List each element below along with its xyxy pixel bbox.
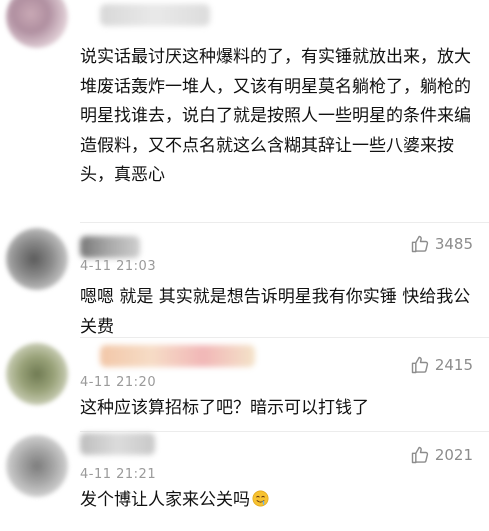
like-button[interactable]: 3485 [410,234,473,254]
comment-time: 4-11 21:20 [80,375,157,390]
drooling-face-emoji-icon [252,488,269,507]
comment-time: 4-11 21:03 [80,259,157,274]
comment-text: 发个博让人家来公关吗 [80,486,474,516]
comment-item: 4-11 21:20 2415 这种应该算招标了吧？暗示可以打钱了 [0,337,489,430]
like-button[interactable]: 2021 [410,445,473,465]
comment-text: 这种应该算招标了吧？暗示可以打钱了 [80,398,369,418]
username-redacted[interactable] [100,345,255,367]
comment-item: 4-11 21:03 3485 嗯嗯 就是 其实就是想告诉明星我有你实锤 快给我… [0,222,489,337]
like-count: 2415 [434,356,473,374]
like-count: 3485 [434,235,473,253]
comment-text: 说实话最讨厌这种爆料的了，有实锤就放出来，放大堆废话轰炸一堆人，又该有明星莫名躺… [80,47,471,185]
avatar[interactable] [6,435,68,497]
comment-text: 嗯嗯 就是 其实就是想告诉明星我有你实锤 快给我公关费 [80,287,471,337]
thumbs-up-icon [410,234,430,254]
avatar[interactable] [6,0,68,48]
comment-time: 4-11 21:21 [80,467,157,482]
avatar[interactable] [6,228,68,290]
like-count: 2021 [434,446,473,464]
comment-item: 4-11 21:21 2021 发个博让人家来公关吗 [0,431,489,531]
username-redacted[interactable] [80,433,155,455]
username-redacted[interactable] [100,4,210,26]
thumbs-up-icon [410,355,430,375]
thumbs-up-icon [410,445,430,465]
avatar[interactable] [6,343,68,405]
username-redacted[interactable] [80,236,140,258]
like-button[interactable]: 2415 [410,355,473,375]
comment-item: 说实话最讨厌这种爆料的了，有实锤就放出来，放大堆废话轰炸一堆人，又该有明星莫名躺… [0,0,489,222]
comment-text-content: 发个博让人家来公关吗 [80,490,250,510]
